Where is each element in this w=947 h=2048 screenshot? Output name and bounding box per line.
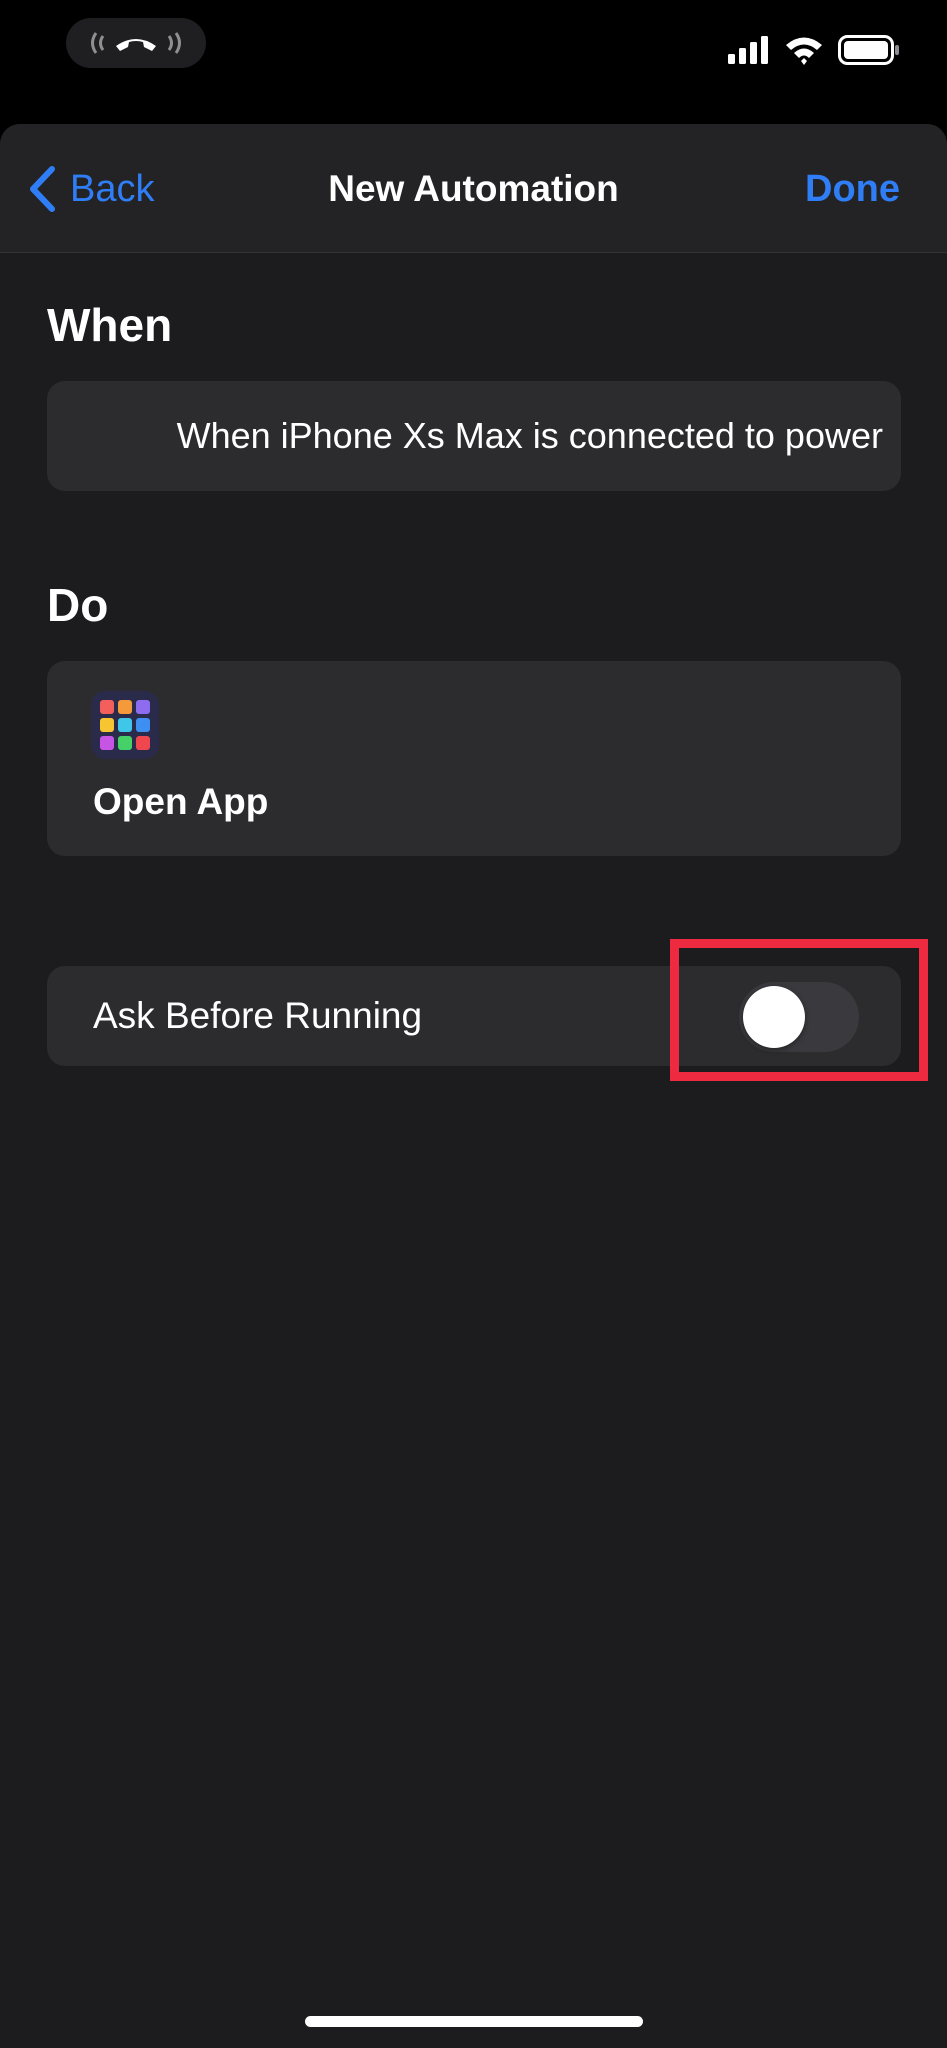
cellular-signal-icon <box>728 36 768 64</box>
phone-ringing-icon <box>91 32 181 54</box>
action-card[interactable]: Open App <box>47 661 901 856</box>
do-heading: Do <box>47 579 109 631</box>
active-call-indicator[interactable] <box>66 18 206 68</box>
navigation-bar: Back New Automation Done <box>0 124 947 253</box>
battery-icon <box>838 35 899 65</box>
wifi-icon <box>786 37 822 65</box>
status-bar <box>0 0 947 124</box>
automation-sheet: Back New Automation Done When When iPhon… <box>0 124 947 2048</box>
done-button[interactable]: Done <box>805 164 900 214</box>
app-grid-icon <box>91 691 159 759</box>
action-label: Open App <box>93 781 269 822</box>
when-heading: When <box>47 299 173 351</box>
trigger-description: When iPhone Xs Max is connected to power <box>176 415 883 456</box>
home-indicator[interactable] <box>305 2016 643 2027</box>
trigger-card[interactable]: When iPhone Xs Max is connected to power <box>47 381 901 491</box>
highlight-annotation <box>670 939 928 1081</box>
ask-before-running-label: Ask Before Running <box>93 995 423 1036</box>
